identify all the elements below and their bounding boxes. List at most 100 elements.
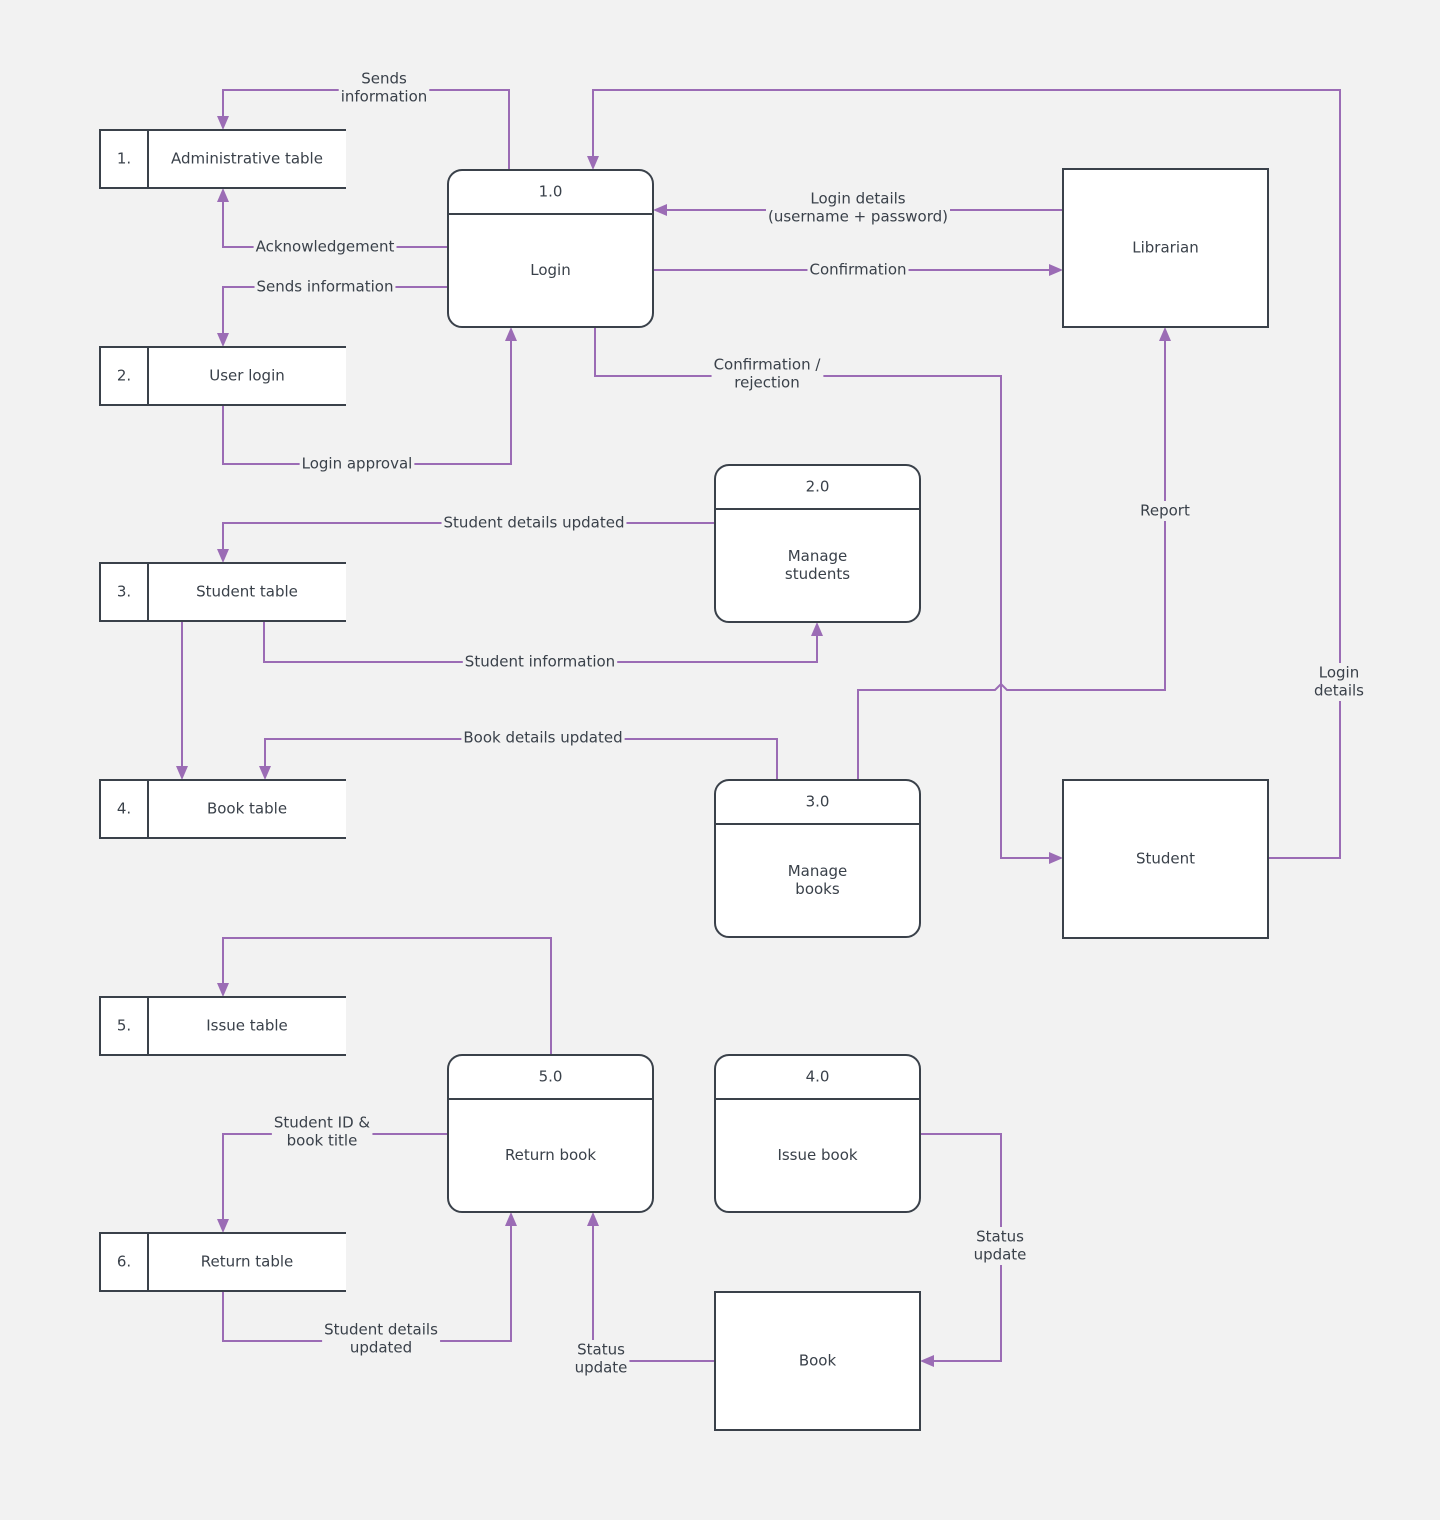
flow-label-text: Report	[1140, 502, 1190, 520]
flow-label: Logindetails	[1312, 663, 1367, 701]
arrowhead-icon	[1049, 852, 1063, 864]
flow-label-text: Student ID &	[274, 1114, 371, 1132]
data-store-number: 2.	[117, 367, 131, 385]
arrowhead-icon	[505, 1212, 517, 1226]
data-store-ds6[interactable]: 6. Return table	[99, 1232, 346, 1292]
external-entity-name: Book	[799, 1352, 837, 1370]
process-number: 4.0	[806, 1068, 830, 1086]
process-p4[interactable]: 4.0 Issue book	[714, 1054, 921, 1213]
flow-label-text: update	[575, 1359, 628, 1377]
arrowhead-icon	[920, 1355, 934, 1367]
process-number: 2.0	[806, 478, 830, 496]
flow-label: Login details(username + password)	[765, 189, 951, 227]
flow-label-text: rejection	[734, 374, 799, 392]
arrowhead-icon	[587, 1212, 599, 1226]
process-name: Return book	[505, 1146, 596, 1164]
data-store-name: User login	[209, 367, 285, 385]
data-store-number: 1.	[117, 150, 131, 168]
data-store-name: Issue table	[206, 1017, 288, 1035]
flow-label: Acknowledgement	[253, 237, 397, 257]
flow-label: Confirmation	[807, 260, 909, 280]
arrowhead-icon	[259, 766, 271, 780]
flow-label: Student information	[462, 652, 618, 672]
data-store-ds3[interactable]: 3. Student table	[99, 562, 346, 622]
external-entity-student[interactable]: Student	[1062, 779, 1269, 939]
flow-label-text: updated	[350, 1339, 412, 1357]
flow-label: Sends information	[254, 277, 396, 297]
flow-f11[interactable]	[176, 621, 188, 780]
data-store-name: Student table	[196, 583, 298, 601]
data-store-name: Return table	[201, 1253, 294, 1271]
arrowhead-icon	[217, 333, 229, 347]
data-store-ds5[interactable]: 5. Issue table	[99, 996, 346, 1056]
flow-label: Book details updated	[461, 728, 625, 748]
flow-label-text: Login approval	[302, 455, 413, 473]
flow-label: Student details updated	[441, 513, 627, 533]
flow-label-text: Confirmation /	[714, 356, 822, 374]
flow-label: Confirmation /rejection	[711, 355, 824, 393]
flow-label: Student detailsupdated	[322, 1320, 441, 1358]
process-p2[interactable]: 2.0 Managestudents	[714, 464, 921, 623]
process-name: Login	[530, 261, 570, 279]
data-store-number: 6.	[117, 1253, 131, 1271]
data-store-name: Book table	[207, 800, 287, 818]
arrowhead-icon	[217, 116, 229, 130]
flow-label-text: details	[1314, 682, 1364, 700]
flow-label-text: (username + password)	[768, 208, 948, 226]
flow-label-text: update	[974, 1246, 1027, 1264]
process-name: books	[795, 880, 840, 898]
flow-label-text: information	[341, 88, 428, 106]
flow-label-text: Status	[976, 1228, 1024, 1246]
external-entity-librarian[interactable]: Librarian	[1062, 168, 1269, 328]
flow-label-text: Student details updated	[444, 514, 625, 532]
flow-label-text: Sends information	[257, 278, 394, 296]
flow-label-text: Student details	[324, 1321, 438, 1339]
arrowhead-icon	[653, 204, 667, 216]
flow-label-text: Book details updated	[463, 729, 622, 747]
data-store-number: 5.	[117, 1017, 131, 1035]
arrowhead-icon	[217, 549, 229, 563]
process-number: 5.0	[539, 1068, 563, 1086]
process-p3[interactable]: 3.0 Managebooks	[714, 779, 921, 938]
external-entity-book[interactable]: Book	[714, 1291, 921, 1431]
process-p5[interactable]: 5.0 Return book	[447, 1054, 654, 1213]
process-name: Issue book	[777, 1146, 857, 1164]
process-name: students	[785, 565, 850, 583]
process-p1[interactable]: 1.0 Login	[447, 169, 654, 328]
flow-label-text: Login details	[810, 190, 905, 208]
arrowhead-icon	[587, 156, 599, 170]
flow-label-text: Status	[577, 1341, 625, 1359]
data-store-number: 4.	[117, 800, 131, 818]
flow-label-text: Sends	[361, 70, 407, 88]
flow-label-text: Confirmation	[809, 261, 906, 279]
data-store-ds1[interactable]: 1. Administrative table	[99, 129, 346, 189]
data-store-number: 3.	[117, 583, 131, 601]
flow-label: Sendsinformation	[338, 69, 430, 107]
flow-label-text: Login	[1319, 664, 1359, 682]
arrowhead-icon	[1049, 264, 1063, 276]
data-store-ds4[interactable]: 4. Book table	[99, 779, 346, 839]
data-store-name: Administrative table	[171, 150, 323, 168]
arrowhead-icon	[1159, 327, 1171, 341]
external-entity-name: Librarian	[1132, 239, 1198, 257]
data-flow-diagram: 1. Administrative table 2. User login 3. Stud…	[99, 69, 1367, 1431]
flow-label: Statusupdate	[971, 1227, 1029, 1265]
arrowhead-icon	[217, 1219, 229, 1233]
process-number: 3.0	[806, 793, 830, 811]
flow-label: Login approval	[299, 454, 415, 474]
flow-label-text: Student information	[465, 653, 615, 671]
flow-label-text: Acknowledgement	[256, 238, 395, 256]
process-number: 1.0	[539, 183, 563, 201]
process-name: Manage	[788, 547, 848, 565]
external-entity-name: Student	[1136, 850, 1195, 868]
flow-label: Student ID &book title	[271, 1113, 373, 1151]
data-store-ds2[interactable]: 2. User login	[99, 346, 346, 406]
arrowhead-icon	[176, 766, 188, 780]
flow-label-text: book title	[287, 1132, 358, 1150]
flow-label: Report	[1138, 501, 1192, 521]
process-name: Manage	[788, 862, 848, 880]
flow-f17[interactable]	[587, 1212, 715, 1362]
arrowhead-icon	[811, 622, 823, 636]
arrowhead-icon	[505, 327, 517, 341]
flow-label: Statusupdate	[572, 1340, 630, 1378]
